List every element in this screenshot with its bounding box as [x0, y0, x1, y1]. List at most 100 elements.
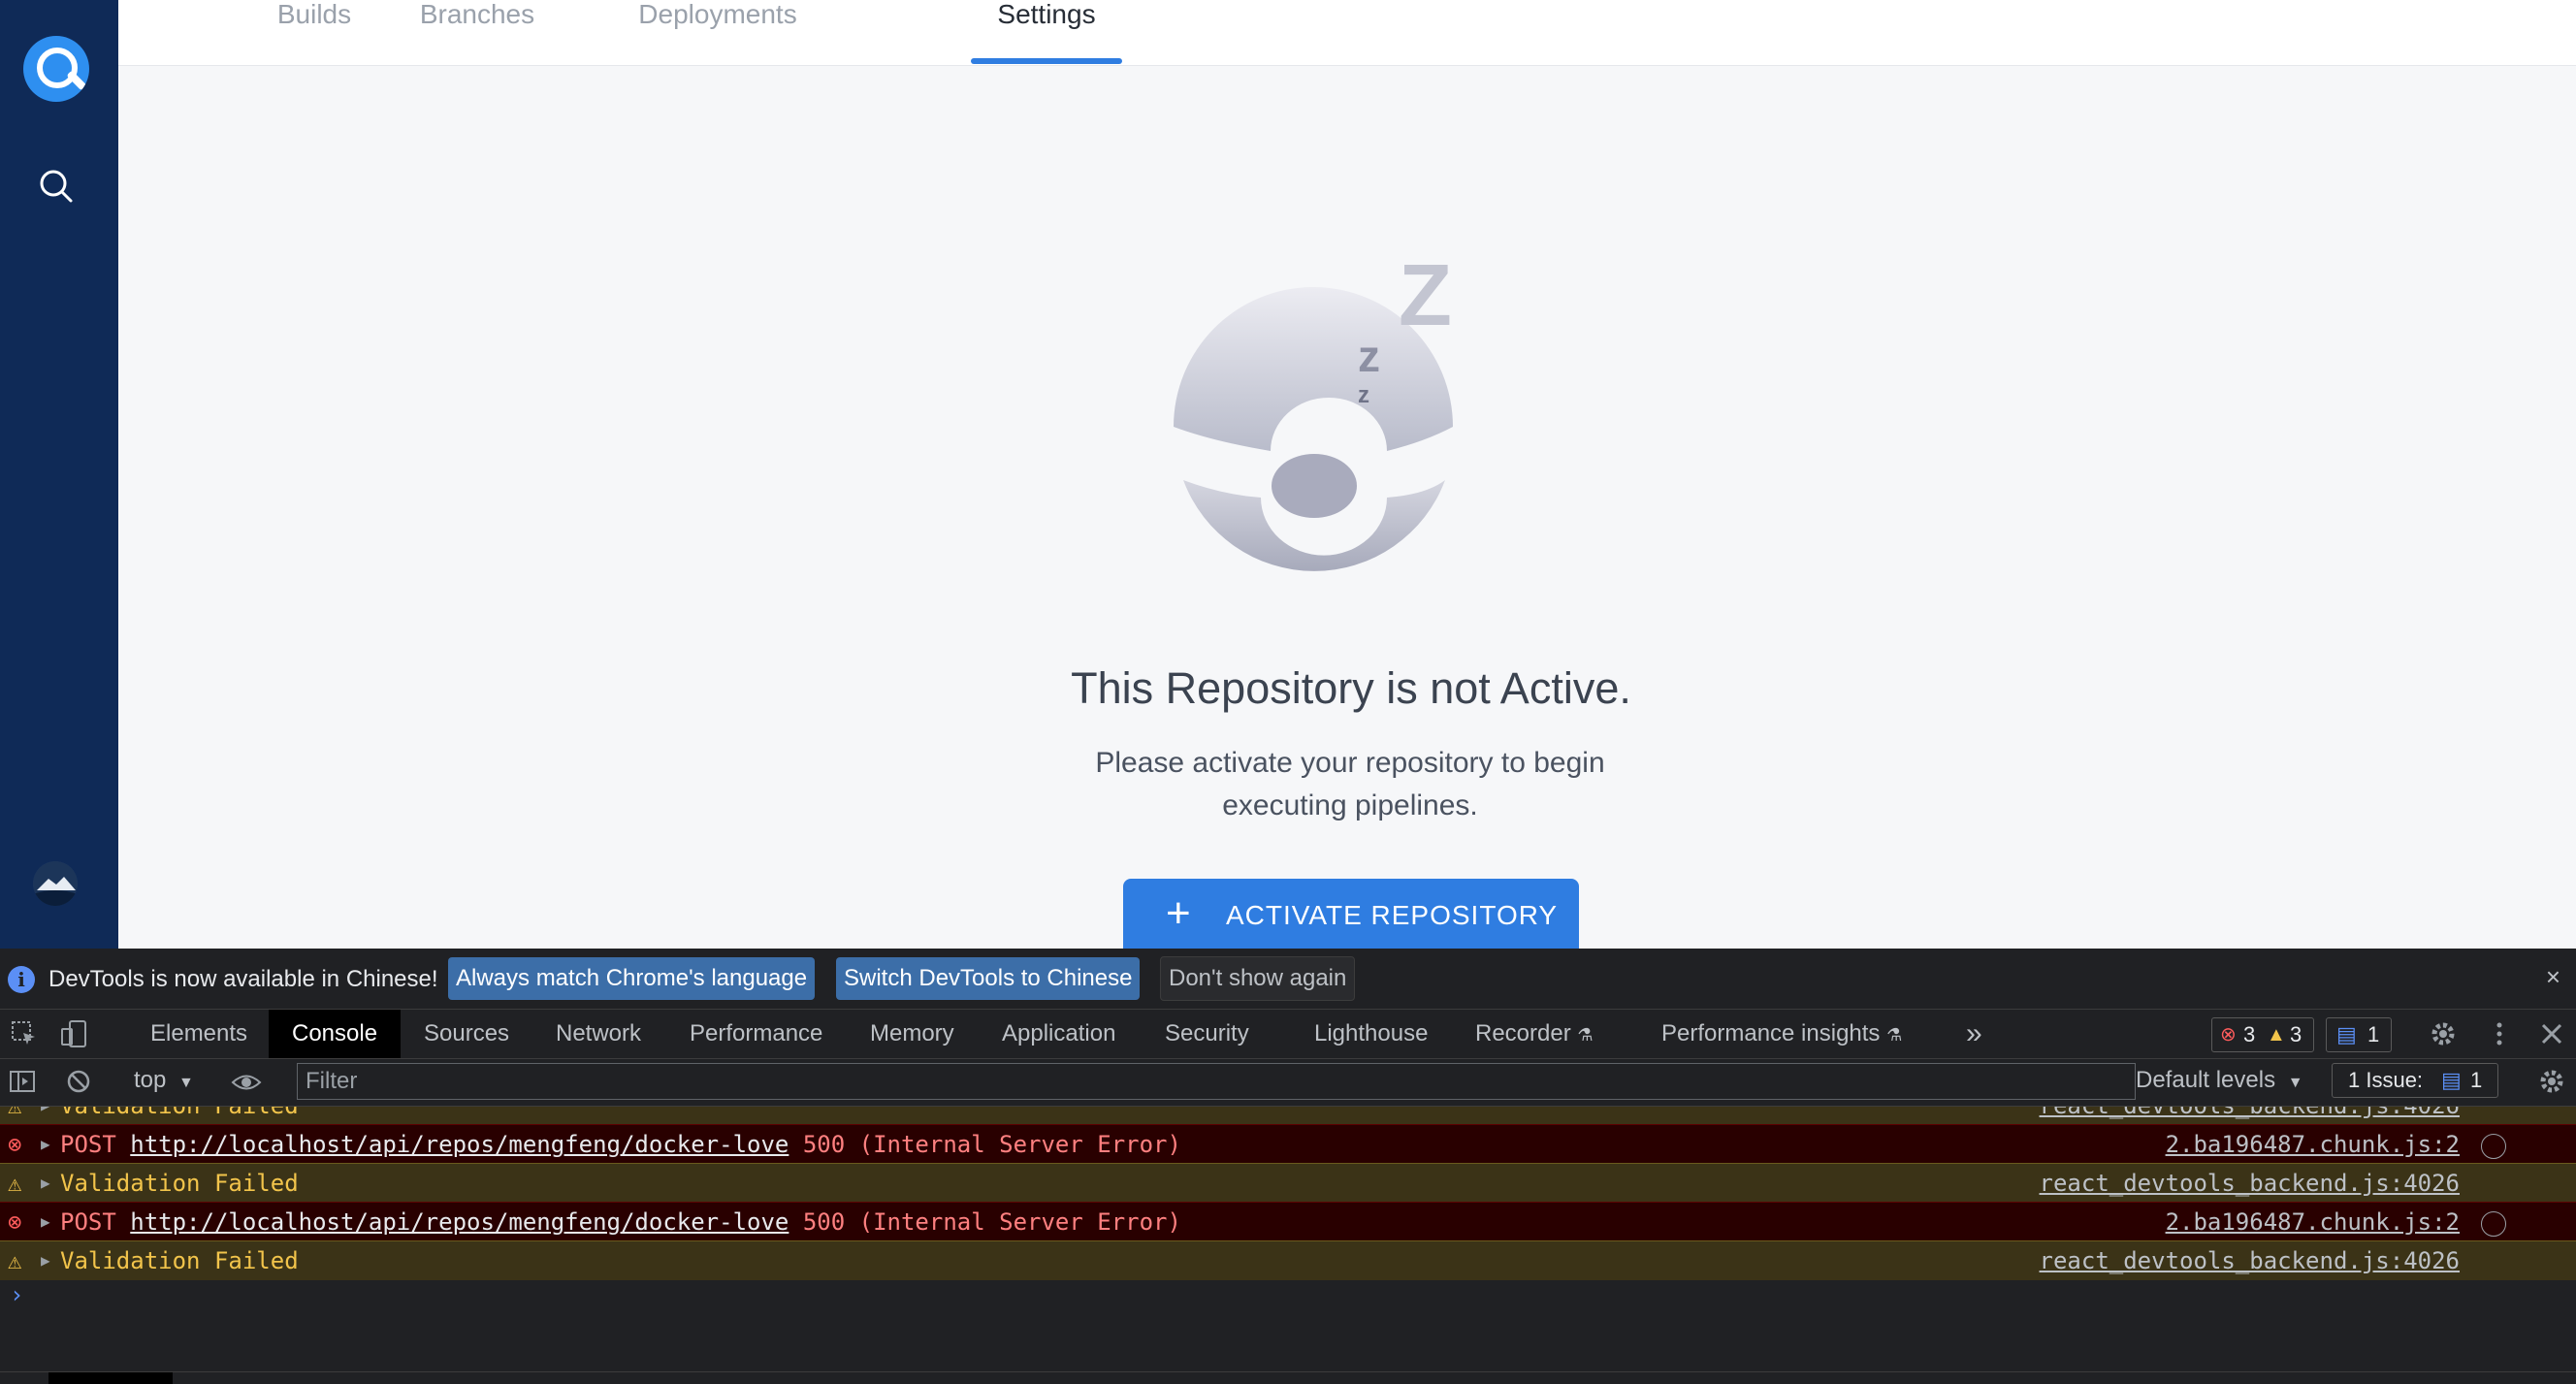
console-message: Validation Failed — [60, 1107, 299, 1125]
search-icon[interactable] — [35, 165, 78, 208]
network-request-icon[interactable] — [2481, 1134, 2506, 1159]
devtools-tab-lighthouse[interactable]: Lighthouse — [1314, 1010, 1428, 1058]
devtools-tab-performance[interactable]: Performance — [690, 1010, 822, 1058]
devtools-tab-application[interactable]: Application — [1002, 1010, 1115, 1058]
message-counter[interactable]: ▤ 1 — [2326, 1017, 2392, 1052]
console-source-link[interactable]: react_devtools_backend.js:4026 — [2040, 1107, 2460, 1125]
empty-state-description: Please activate your repository to begin… — [1095, 747, 1605, 821]
console-source-link[interactable]: 2.ba196487.chunk.js:2 — [2166, 1203, 2460, 1241]
warning-icon: ⚠ — [8, 1107, 21, 1125]
issues-counter[interactable]: 1 Issue: ▤ 1 — [2332, 1063, 2498, 1098]
repo-tabs-header: Builds Branches Deployments Settings — [118, 0, 2576, 66]
issues-label: 1 Issue: — [2348, 1068, 2424, 1092]
console-message: Validation Failed — [60, 1247, 299, 1274]
devtools-tab-sources[interactable]: Sources — [424, 1010, 509, 1058]
devtools-tab-elements[interactable]: Elements — [150, 1010, 247, 1058]
expand-arrow-icon[interactable]: ▶ — [41, 1203, 50, 1241]
devtools-tab-recorder[interactable]: Recorder ⚗ — [1475, 1010, 1594, 1058]
devtools-tab-memory[interactable]: Memory — [870, 1010, 954, 1058]
log-levels-label: Default levels — [2136, 1067, 2276, 1093]
tab-branches[interactable]: Branches — [409, 0, 545, 62]
activate-repository-button[interactable]: + ACTIVATE REPOSITORY — [1123, 879, 1579, 949]
error-icon: ⊗ — [2220, 1024, 2237, 1046]
console-row-warning[interactable]: ⚠ ▶ Validation Failed react_devtools_bac… — [0, 1240, 2576, 1280]
dont-show-again-button[interactable]: Don't show again — [1160, 956, 1356, 1001]
console-row-error[interactable]: ⊗ ▶ POST http://localhost/api/repos/meng… — [0, 1202, 2576, 1241]
close-devtools-icon[interactable] — [2537, 1019, 2566, 1048]
experiment-flask-icon: ⚗ — [1886, 1025, 1903, 1045]
console-prompt[interactable]: › — [10, 1281, 23, 1308]
error-count: 3 — [2243, 1022, 2256, 1046]
error-warning-counter[interactable]: ⊗ 3 ▲ 3 — [2211, 1017, 2314, 1052]
user-avatar[interactable] — [33, 861, 78, 906]
active-tab-indicator — [971, 58, 1122, 64]
request-method: POST — [60, 1208, 116, 1236]
warning-count: 3 — [2290, 1022, 2302, 1046]
error-icon: ⊗ — [8, 1131, 22, 1158]
inspect-element-icon[interactable] — [10, 1019, 39, 1048]
console-filter-input[interactable] — [297, 1063, 2136, 1100]
request-status: 500 (Internal Server Error) — [802, 1208, 1181, 1236]
network-request-icon[interactable] — [2481, 1211, 2506, 1237]
console-row-warning[interactable]: ⚠ ▶ Validation Failed react_devtools_bac… — [0, 1107, 2576, 1125]
context-selector[interactable]: top ▼ — [134, 1067, 194, 1094]
expand-arrow-icon[interactable]: ▶ — [41, 1107, 50, 1125]
error-icon: ⊗ — [8, 1208, 22, 1236]
always-match-language-button[interactable]: Always match Chrome's language — [448, 957, 816, 1000]
request-url-link[interactable]: http://localhost/api/repos/mengfeng/dock… — [130, 1131, 789, 1158]
console-row-warning[interactable]: ⚠ ▶ Validation Failed react_devtools_bac… — [0, 1163, 2576, 1203]
warning-icon: ⚠ — [8, 1170, 22, 1197]
devtools-language-infobar: i DevTools is now available in Chinese! … — [0, 949, 2576, 1010]
log-levels-dropdown[interactable]: Default levels ▼ — [2136, 1067, 2303, 1094]
svg-text:Z: Z — [1399, 247, 1452, 344]
console-settings-gear-icon[interactable] — [2537, 1067, 2566, 1096]
settings-gear-icon[interactable] — [2429, 1019, 2458, 1048]
issue-message-icon: ▤ — [2441, 1068, 2462, 1092]
sidebar — [0, 0, 118, 949]
infobar-message: DevTools is now available in Chinese! — [48, 966, 438, 992]
console-message: POST http://localhost/api/repos/mengfeng… — [60, 1203, 1181, 1241]
infobar-close-icon[interactable]: × — [2546, 962, 2560, 992]
devtools-tab-network[interactable]: Network — [556, 1010, 641, 1058]
info-icon: i — [8, 966, 35, 993]
devtools-tab-security[interactable]: Security — [1165, 1010, 1249, 1058]
svg-text:z: z — [1358, 331, 1380, 381]
more-tabs-icon[interactable]: » — [1966, 1010, 1982, 1058]
tab-deployments[interactable]: Deployments — [603, 0, 832, 62]
request-url-link[interactable]: http://localhost/api/repos/mengfeng/dock… — [130, 1208, 789, 1236]
clear-console-icon[interactable] — [64, 1067, 93, 1096]
tab-settings[interactable]: Settings — [971, 0, 1122, 62]
message-count: 1 — [2367, 1022, 2380, 1046]
console-source-link[interactable]: react_devtools_backend.js:4026 — [2040, 1164, 2460, 1203]
devtools-tab-console[interactable]: Console — [269, 1010, 402, 1058]
console-source-link[interactable]: 2.ba196487.chunk.js:2 — [2166, 1125, 2460, 1164]
drawer-strip — [0, 1371, 2576, 1384]
warning-icon: ▲ — [2267, 1024, 2286, 1046]
console-filterbar: top ▼ Default levels ▼ 1 Issue: ▤ 1 — [0, 1059, 2576, 1107]
drone-logo-icon[interactable] — [23, 36, 89, 102]
console-sidebar-icon[interactable] — [8, 1067, 37, 1096]
console-output: ⚠ ▶ Validation Failed react_devtools_bac… — [0, 1107, 2576, 1383]
expand-arrow-icon[interactable]: ▶ — [41, 1241, 50, 1280]
chevron-down-icon: ▼ — [2287, 1075, 2303, 1091]
request-method: POST — [60, 1131, 116, 1158]
svg-text:z: z — [1358, 382, 1369, 408]
switch-to-chinese-button[interactable]: Switch DevTools to Chinese — [836, 957, 1141, 1000]
live-expression-eye-icon[interactable] — [231, 1068, 262, 1097]
sleeping-pokeball-illustration: z Z z — [1154, 247, 1542, 592]
tab-builds[interactable]: Builds — [254, 0, 374, 62]
expand-arrow-icon[interactable]: ▶ — [41, 1125, 50, 1164]
empty-state-title: This Repository is not Active. — [1071, 663, 1631, 713]
kebab-menu-icon[interactable] — [2485, 1019, 2514, 1048]
device-toolbar-icon[interactable] — [60, 1019, 89, 1048]
message-icon: ▤ — [2336, 1022, 2357, 1046]
console-row-error[interactable]: ⊗ ▶ POST http://localhost/api/repos/meng… — [0, 1124, 2576, 1164]
drawer-tab-indicator — [48, 1372, 173, 1384]
devtools-tab-performance-insights[interactable]: Performance insights ⚗ — [1661, 1010, 1902, 1058]
chevron-down-icon: ▼ — [178, 1075, 194, 1091]
plus-icon: + — [1166, 889, 1192, 937]
console-source-link[interactable]: react_devtools_backend.js:4026 — [2040, 1241, 2460, 1280]
experiment-flask-icon: ⚗ — [1577, 1025, 1594, 1045]
expand-arrow-icon[interactable]: ▶ — [41, 1164, 50, 1203]
activate-button-label: ACTIVATE REPOSITORY — [1226, 900, 1559, 930]
